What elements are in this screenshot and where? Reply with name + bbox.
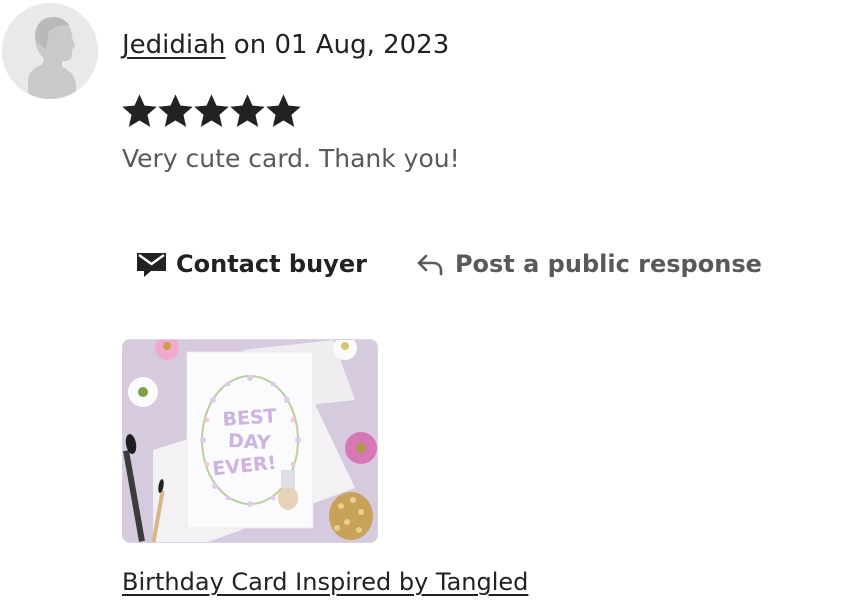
default-avatar-icon	[2, 3, 98, 99]
star-icon	[230, 94, 265, 127]
envelope-icon	[137, 253, 166, 277]
listing-thumbnail[interactable]: BEST DAY EVER!	[122, 339, 378, 543]
star-rating	[122, 94, 301, 129]
contact-buyer-label: Contact buyer	[176, 250, 367, 278]
star-icon	[194, 94, 229, 127]
review-text: Very cute card. Thank you!	[122, 144, 460, 173]
reviewer-avatar[interactable]	[2, 3, 98, 99]
reviewer-name-link[interactable]: Jedidiah	[122, 30, 226, 60]
star-icon	[158, 94, 193, 127]
thumbnail-text-line-1: BEST	[222, 405, 278, 431]
listing-thumbnail-image: BEST DAY EVER!	[123, 340, 377, 542]
thumbnail-text-line-2: DAY	[228, 430, 272, 454]
star-icon	[122, 94, 157, 127]
post-public-response-button[interactable]: Post a public response	[415, 246, 762, 282]
listing-title-link[interactable]: Birthday Card Inspired by Tangled	[122, 565, 528, 599]
post-public-response-label: Post a public response	[454, 250, 762, 278]
date-prefix: on	[225, 30, 275, 60]
contact-buyer-button[interactable]: Contact buyer	[135, 246, 367, 282]
review-actions: Contact buyer Post a public response	[135, 246, 762, 282]
star-icon	[266, 94, 301, 127]
reply-arrow-icon	[417, 254, 443, 276]
review-byline: Jedidiah on 01 Aug, 2023	[122, 28, 449, 62]
review-date: 01 Aug, 2023	[274, 30, 450, 60]
